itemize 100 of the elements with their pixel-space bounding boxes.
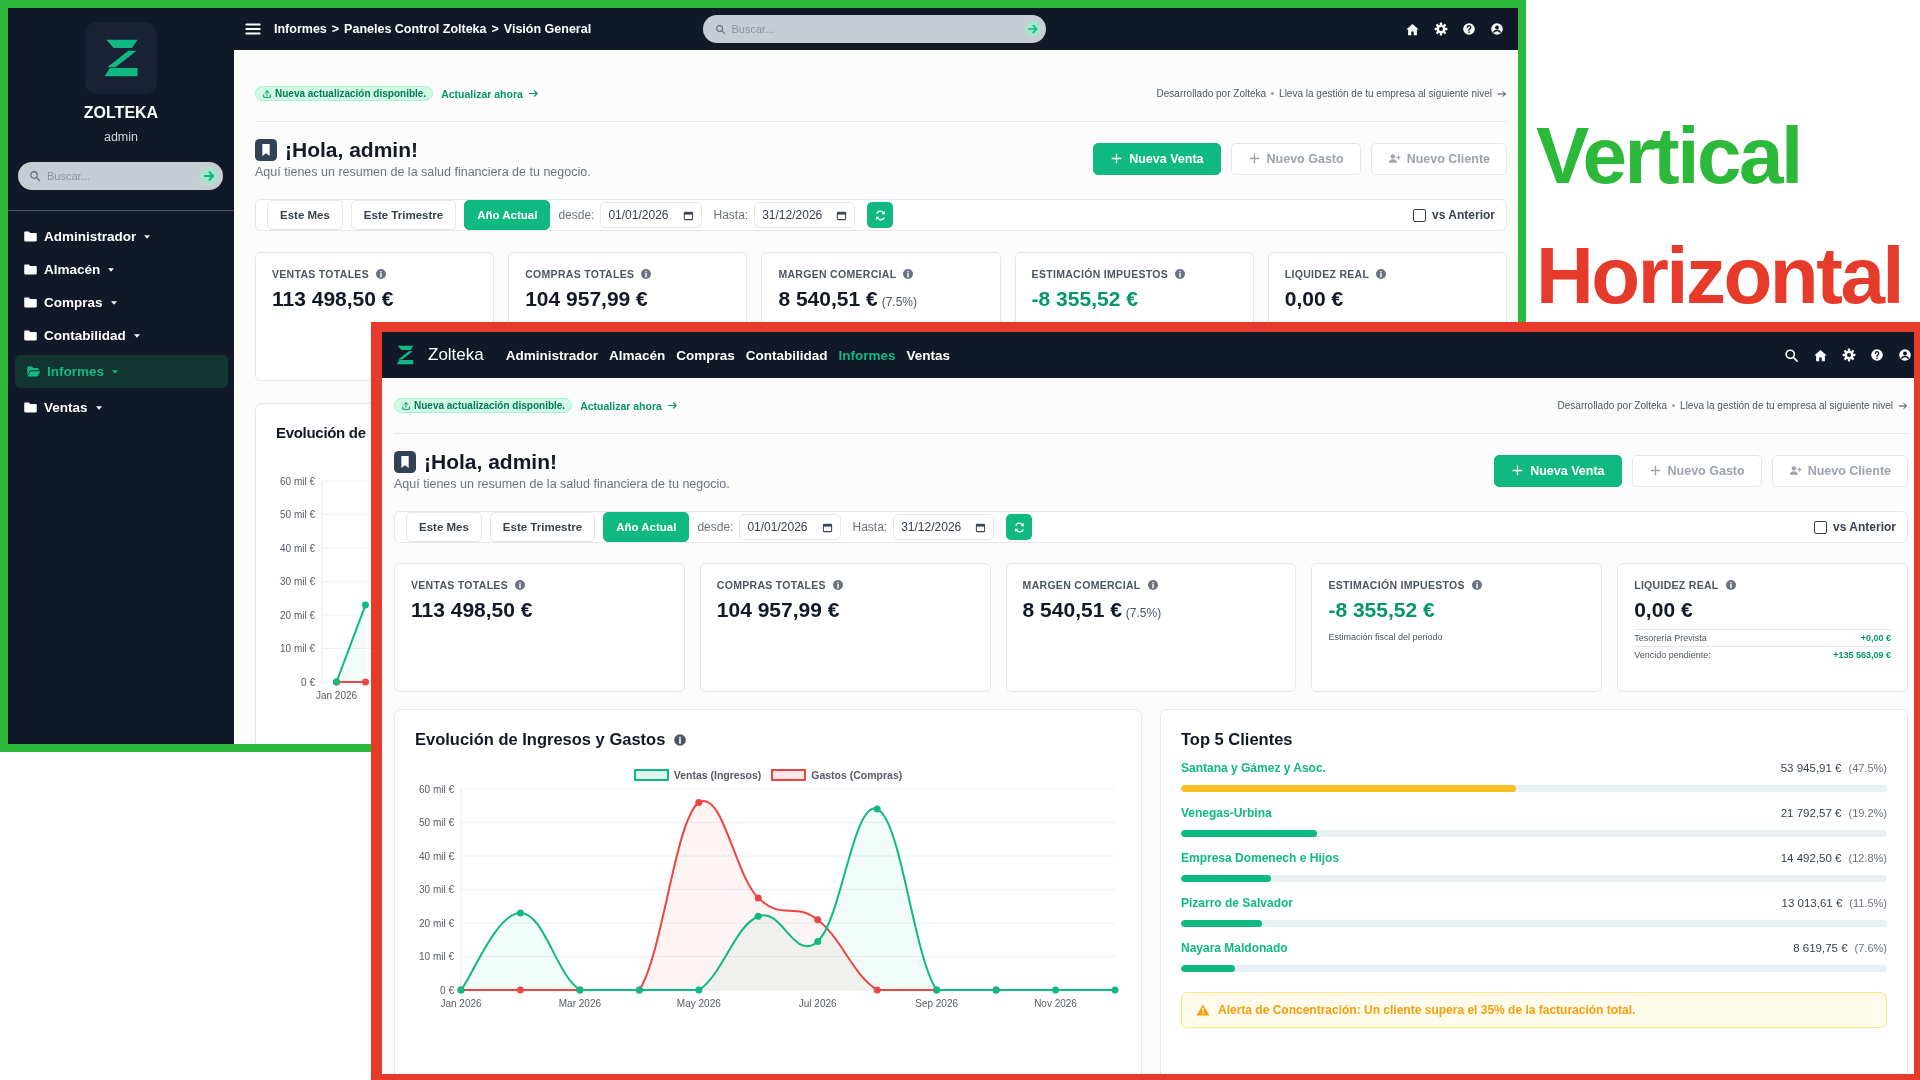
field-label: desde: — [697, 520, 734, 534]
data-point — [362, 678, 369, 686]
nav-link[interactable]: Ventas — [906, 347, 951, 363]
preset-button[interactable]: Este Mes — [406, 512, 482, 542]
checkbox-label: vs Anterior — [1833, 520, 1896, 534]
field-label: Hasta: — [852, 520, 888, 534]
axis-label: 60 mil € — [280, 477, 315, 487]
data-point — [754, 894, 762, 902]
nav-link[interactable]: Contabilidad — [745, 347, 828, 363]
home-icon[interactable] — [1405, 21, 1420, 37]
help-icon[interactable] — [1462, 22, 1476, 36]
card-title: Evolución de Ingresos y Gastos — [415, 730, 666, 749]
nav-link[interactable]: Almacén — [609, 347, 666, 363]
legend-label: Gastos (Compras) — [811, 769, 903, 781]
axis-label: 60 mil € — [419, 785, 454, 795]
nav-link[interactable]: Administrador — [505, 347, 598, 363]
bookmark-icon — [255, 139, 277, 161]
axis-label: 30 mil € — [419, 884, 454, 895]
axis-label: 0 € — [301, 676, 315, 688]
info-icon — [673, 732, 688, 747]
axis-label: 50 mil € — [280, 509, 315, 520]
tagline-link[interactable]: Lleva la gestión de tu empresa al siguiente nivel — [1680, 400, 1893, 411]
greeting-subtitle: Aquí tienes un resumen de la salud financiera de tu negocio. — [394, 477, 730, 491]
update-link[interactable]: Actualizar ahora — [580, 399, 678, 412]
data-point — [873, 986, 881, 994]
data-point — [516, 909, 524, 917]
settings-icon[interactable] — [1842, 348, 1856, 362]
client-share: (19.2%) — [1848, 807, 1887, 819]
kpi-title: ESTIMACIÓN IMPUESTOS — [1328, 579, 1465, 591]
update-link[interactable]: Actualizar ahora — [441, 87, 539, 100]
search-input[interactable]: Buscar... — [47, 170, 193, 182]
user-icon[interactable] — [1898, 348, 1912, 362]
breadcrumb-link[interactable]: Paneles Control Zolteka — [344, 22, 487, 36]
client-amount: 14 492,50 € — [1780, 852, 1842, 864]
folder-icon — [23, 328, 38, 343]
preset-button[interactable]: Este Trimestre — [350, 200, 457, 230]
nav-link[interactable]: Compras — [676, 347, 735, 363]
plus-icon — [1648, 464, 1662, 477]
home-icon[interactable] — [1813, 347, 1828, 363]
date-field[interactable]: 31/12/2026 — [893, 514, 995, 540]
card-title: Evolución de — [276, 424, 366, 441]
refresh-button[interactable] — [1006, 514, 1033, 540]
kpi-value: 0,00 € — [1634, 598, 1693, 622]
calendar-icon — [836, 209, 848, 221]
breadcrumb-link[interactable]: Visión General — [503, 22, 592, 36]
alert-text: Alerta de Concentración: Un cliente supera el 35% de la facturación total. — [1218, 1003, 1636, 1017]
sidebar-item[interactable]: Almacén — [15, 256, 228, 283]
field-label: desde: — [558, 208, 595, 222]
folder-icon — [23, 400, 38, 415]
client-share: (12.8%) — [1848, 852, 1887, 864]
search-icon[interactable] — [1784, 347, 1799, 363]
caption-text: Vertical — [1536, 116, 1801, 196]
search-input[interactable]: Buscar... — [731, 23, 1018, 35]
kpi-title: LIQUIDEZ REAL — [1284, 268, 1370, 280]
row-value: +0,00 € — [1860, 633, 1891, 643]
brand-name: ZOLTEKA — [83, 104, 159, 122]
kpi-title: COMPRAS TOTALES — [525, 268, 635, 280]
sidebar-item[interactable]: Ventas — [15, 394, 228, 421]
client-amount: 53 945,91 € — [1780, 762, 1842, 774]
tagline-link[interactable]: Lleva la gestión de tu empresa al siguiente nivel — [1279, 88, 1492, 99]
axis-label: Jan 2026 — [315, 690, 358, 701]
sidebar-item[interactable]: Administrador — [15, 223, 228, 250]
change-label: (7.5%) — [881, 295, 917, 309]
search-field[interactable]: Buscar... — [18, 162, 223, 190]
upload-icon — [401, 400, 411, 411]
arrow-icon — [1497, 88, 1507, 99]
sidebar-item[interactable]: Compras — [15, 289, 228, 316]
axis-label: 10 mil € — [419, 951, 454, 962]
preset-button[interactable]: Este Trimestre — [489, 512, 596, 542]
date-field[interactable]: 01/01/2026 — [739, 514, 841, 540]
data-point — [362, 601, 369, 609]
settings-icon[interactable] — [1434, 22, 1448, 36]
greeting-subtitle: Aquí tienes un resumen de la salud financiera de tu negocio. — [255, 165, 591, 179]
axis-label: 40 mil € — [280, 542, 315, 554]
greeting-title: ¡Hola, admin! — [424, 450, 557, 474]
checkbox[interactable] — [1413, 208, 1427, 222]
kpi-value: 0,00 € — [1284, 287, 1344, 311]
kpi-title: LIQUIDEZ REAL — [1634, 579, 1719, 591]
refresh-button[interactable] — [867, 202, 894, 228]
data-point — [516, 986, 524, 994]
axis-label: Sep 2026 — [915, 998, 959, 1009]
breadcrumb-link[interactable]: Informes — [274, 22, 327, 36]
date-field[interactable]: 01/01/2026 — [600, 202, 702, 228]
preset-button[interactable]: Este Mes — [267, 200, 343, 230]
kpi-value: 113 498,50 € — [411, 598, 533, 622]
search-field[interactable]: Buscar... — [702, 15, 1046, 43]
user-plus-icon — [1387, 152, 1401, 165]
nav-link[interactable]: Informes — [838, 347, 896, 363]
calendar-icon — [975, 521, 987, 533]
date-field[interactable]: 31/12/2026 — [754, 202, 856, 228]
checkbox[interactable] — [1814, 520, 1828, 534]
sidebar-item[interactable]: Informes — [15, 355, 228, 388]
info-icon — [1375, 268, 1388, 280]
user-icon[interactable] — [1490, 22, 1504, 36]
axis-label: 20 mil € — [419, 917, 454, 929]
axis-label: Jul 2026 — [798, 998, 837, 1009]
help-icon[interactable] — [1870, 348, 1884, 362]
axis-label: 40 mil € — [419, 850, 454, 862]
data-point — [695, 986, 703, 994]
sidebar-item[interactable]: Contabilidad — [15, 322, 228, 349]
